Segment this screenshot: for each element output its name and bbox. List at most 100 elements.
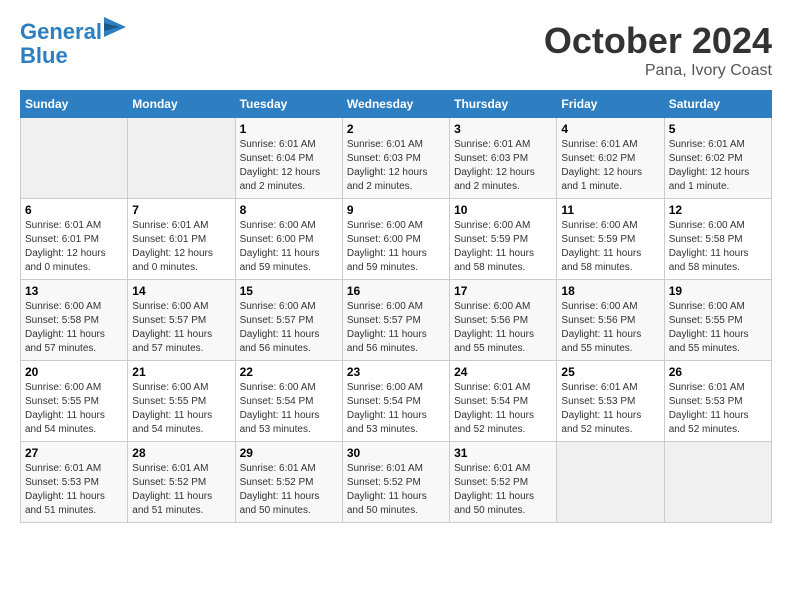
sunset: Sunset: 5:53 PM (561, 395, 659, 409)
calendar-cell: 17 Sunrise: 6:00 AM Sunset: 5:56 PM Dayl… (450, 280, 557, 361)
day-info: Sunrise: 6:01 AM Sunset: 5:53 PM Dayligh… (669, 381, 767, 437)
sunset: Sunset: 6:04 PM (240, 152, 338, 166)
sunset: Sunset: 5:52 PM (240, 476, 338, 490)
day-number: 10 (454, 203, 552, 217)
day-number: 2 (347, 122, 445, 136)
day-info: Sunrise: 6:01 AM Sunset: 5:52 PM Dayligh… (347, 462, 445, 518)
calendar-cell: 26 Sunrise: 6:01 AM Sunset: 5:53 PM Dayl… (664, 361, 771, 442)
sunrise: Sunrise: 6:00 AM (132, 300, 230, 314)
sunrise: Sunrise: 6:00 AM (240, 300, 338, 314)
day-number: 7 (132, 203, 230, 217)
day-info: Sunrise: 6:00 AM Sunset: 5:55 PM Dayligh… (669, 300, 767, 356)
day-number: 28 (132, 446, 230, 460)
daylight: Daylight: 11 hours and 59 minutes. (240, 247, 338, 275)
daylight: Daylight: 11 hours and 51 minutes. (132, 490, 230, 518)
sunset: Sunset: 5:54 PM (347, 395, 445, 409)
day-header-monday: Monday (128, 91, 235, 118)
sunset: Sunset: 5:52 PM (132, 476, 230, 490)
sunrise: Sunrise: 6:01 AM (454, 381, 552, 395)
daylight: Daylight: 12 hours and 2 minutes. (454, 166, 552, 194)
sunset: Sunset: 6:00 PM (347, 233, 445, 247)
day-info: Sunrise: 6:00 AM Sunset: 5:58 PM Dayligh… (25, 300, 123, 356)
sunset: Sunset: 5:54 PM (454, 395, 552, 409)
calendar-cell: 24 Sunrise: 6:01 AM Sunset: 5:54 PM Dayl… (450, 361, 557, 442)
day-number: 26 (669, 365, 767, 379)
day-info: Sunrise: 6:01 AM Sunset: 5:53 PM Dayligh… (25, 462, 123, 518)
calendar-cell (21, 118, 128, 199)
calendar-cell: 2 Sunrise: 6:01 AM Sunset: 6:03 PM Dayli… (342, 118, 449, 199)
daylight: Daylight: 11 hours and 56 minutes. (240, 328, 338, 356)
sunset: Sunset: 6:03 PM (454, 152, 552, 166)
sunrise: Sunrise: 6:01 AM (25, 219, 123, 233)
week-row-1: 1 Sunrise: 6:01 AM Sunset: 6:04 PM Dayli… (21, 118, 772, 199)
day-number: 11 (561, 203, 659, 217)
day-header-tuesday: Tuesday (235, 91, 342, 118)
sunrise: Sunrise: 6:01 AM (454, 462, 552, 476)
calendar-cell: 15 Sunrise: 6:00 AM Sunset: 5:57 PM Dayl… (235, 280, 342, 361)
day-number: 22 (240, 365, 338, 379)
daylight: Daylight: 12 hours and 0 minutes. (25, 247, 123, 275)
day-info: Sunrise: 6:01 AM Sunset: 5:52 PM Dayligh… (132, 462, 230, 518)
calendar-cell: 11 Sunrise: 6:00 AM Sunset: 5:59 PM Dayl… (557, 199, 664, 280)
day-info: Sunrise: 6:00 AM Sunset: 5:54 PM Dayligh… (240, 381, 338, 437)
day-number: 31 (454, 446, 552, 460)
calendar-cell: 6 Sunrise: 6:01 AM Sunset: 6:01 PM Dayli… (21, 199, 128, 280)
sunrise: Sunrise: 6:00 AM (240, 219, 338, 233)
day-info: Sunrise: 6:00 AM Sunset: 6:00 PM Dayligh… (347, 219, 445, 275)
calendar-cell: 25 Sunrise: 6:01 AM Sunset: 5:53 PM Dayl… (557, 361, 664, 442)
sunset: Sunset: 5:57 PM (240, 314, 338, 328)
calendar-cell: 16 Sunrise: 6:00 AM Sunset: 5:57 PM Dayl… (342, 280, 449, 361)
day-number: 8 (240, 203, 338, 217)
day-number: 12 (669, 203, 767, 217)
calendar-cell: 22 Sunrise: 6:00 AM Sunset: 5:54 PM Dayl… (235, 361, 342, 442)
day-info: Sunrise: 6:01 AM Sunset: 5:53 PM Dayligh… (561, 381, 659, 437)
calendar-cell (128, 118, 235, 199)
day-header-friday: Friday (557, 91, 664, 118)
sunset: Sunset: 5:52 PM (347, 476, 445, 490)
calendar-cell: 14 Sunrise: 6:00 AM Sunset: 5:57 PM Dayl… (128, 280, 235, 361)
day-info: Sunrise: 6:00 AM Sunset: 5:56 PM Dayligh… (454, 300, 552, 356)
day-number: 14 (132, 284, 230, 298)
sunrise: Sunrise: 6:00 AM (454, 300, 552, 314)
sunrise: Sunrise: 6:01 AM (132, 462, 230, 476)
logo: General Blue (20, 20, 126, 68)
daylight: Daylight: 12 hours and 2 minutes. (347, 166, 445, 194)
daylight: Daylight: 11 hours and 51 minutes. (25, 490, 123, 518)
day-info: Sunrise: 6:00 AM Sunset: 5:55 PM Dayligh… (25, 381, 123, 437)
daylight: Daylight: 11 hours and 58 minutes. (669, 247, 767, 275)
daylight: Daylight: 11 hours and 52 minutes. (669, 409, 767, 437)
calendar-cell: 13 Sunrise: 6:00 AM Sunset: 5:58 PM Dayl… (21, 280, 128, 361)
calendar-cell (664, 442, 771, 523)
day-number: 17 (454, 284, 552, 298)
daylight: Daylight: 11 hours and 58 minutes. (561, 247, 659, 275)
day-info: Sunrise: 6:00 AM Sunset: 5:57 PM Dayligh… (240, 300, 338, 356)
sunset: Sunset: 6:00 PM (240, 233, 338, 247)
day-info: Sunrise: 6:00 AM Sunset: 5:54 PM Dayligh… (347, 381, 445, 437)
sunset: Sunset: 5:59 PM (454, 233, 552, 247)
day-info: Sunrise: 6:01 AM Sunset: 5:54 PM Dayligh… (454, 381, 552, 437)
day-header-thursday: Thursday (450, 91, 557, 118)
calendar-cell: 10 Sunrise: 6:00 AM Sunset: 5:59 PM Dayl… (450, 199, 557, 280)
sunrise: Sunrise: 6:00 AM (454, 219, 552, 233)
daylight: Daylight: 11 hours and 52 minutes. (561, 409, 659, 437)
day-info: Sunrise: 6:01 AM Sunset: 6:04 PM Dayligh… (240, 138, 338, 194)
header-row: SundayMondayTuesdayWednesdayThursdayFrid… (21, 91, 772, 118)
day-number: 23 (347, 365, 445, 379)
sunrise: Sunrise: 6:01 AM (347, 462, 445, 476)
sunset: Sunset: 5:58 PM (669, 233, 767, 247)
sunset: Sunset: 5:56 PM (454, 314, 552, 328)
sunset: Sunset: 6:01 PM (25, 233, 123, 247)
calendar-cell: 20 Sunrise: 6:00 AM Sunset: 5:55 PM Dayl… (21, 361, 128, 442)
sunrise: Sunrise: 6:01 AM (561, 138, 659, 152)
logo-blue-text: Blue (20, 44, 126, 68)
day-number: 16 (347, 284, 445, 298)
day-info: Sunrise: 6:01 AM Sunset: 6:03 PM Dayligh… (454, 138, 552, 194)
day-info: Sunrise: 6:01 AM Sunset: 6:01 PM Dayligh… (132, 219, 230, 275)
calendar-cell: 31 Sunrise: 6:01 AM Sunset: 5:52 PM Dayl… (450, 442, 557, 523)
day-number: 24 (454, 365, 552, 379)
logo-icon (104, 17, 126, 43)
sunset: Sunset: 5:53 PM (669, 395, 767, 409)
day-info: Sunrise: 6:01 AM Sunset: 6:02 PM Dayligh… (669, 138, 767, 194)
daylight: Daylight: 11 hours and 58 minutes. (454, 247, 552, 275)
day-number: 9 (347, 203, 445, 217)
